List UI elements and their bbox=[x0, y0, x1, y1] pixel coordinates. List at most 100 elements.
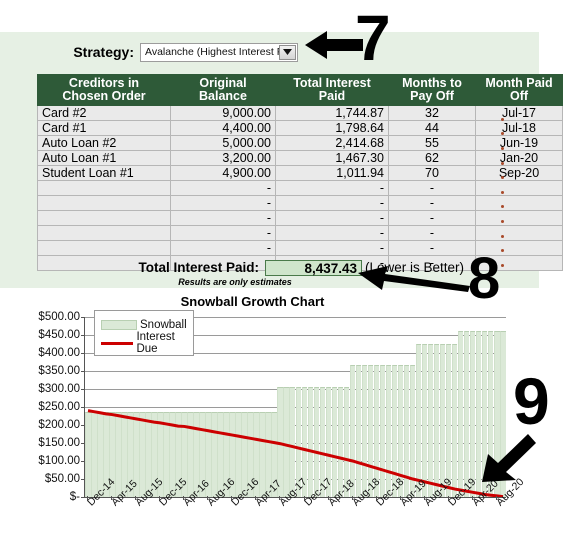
table-cell-int[interactable]: 1,744.87 bbox=[275, 105, 389, 121]
strategy-selected-value: Avalanche (Highest Interest Firs bbox=[145, 46, 279, 58]
table-cell-bal[interactable]: 5,000.00 bbox=[170, 135, 276, 151]
chart-y-tick-label: $400.00 bbox=[38, 347, 80, 359]
annotation-arrow-9 bbox=[482, 434, 536, 482]
column-header-total-interest-paid: Total Interest Paid bbox=[275, 74, 389, 106]
table-cell-mon[interactable]: - bbox=[388, 210, 476, 226]
header-line-2: Balance bbox=[199, 89, 247, 103]
table-cell-off[interactable] bbox=[475, 225, 563, 241]
legend-label-snowball: Snowball bbox=[140, 319, 187, 331]
table-cell-name[interactable]: Card #1 bbox=[37, 120, 171, 136]
table-row[interactable]: Card #2 9,000.00 1,744.87 32 Jul-17 bbox=[37, 105, 563, 121]
chart-y-tick-label: $200.00 bbox=[38, 419, 80, 431]
validation-dot-icon bbox=[496, 112, 508, 127]
table-cell-int[interactable]: - bbox=[275, 180, 389, 196]
table-cell-int[interactable]: - bbox=[275, 225, 389, 241]
table-cell-name[interactable]: Student Loan #1 bbox=[37, 165, 171, 181]
table-cell-bal[interactable]: 3,200.00 bbox=[170, 150, 276, 166]
table-cell-name[interactable] bbox=[37, 210, 171, 226]
table-cell-off[interactable] bbox=[475, 180, 563, 196]
table-cell-mon[interactable]: - bbox=[388, 195, 476, 211]
table-cell-bal[interactable]: - bbox=[170, 180, 276, 196]
legend-item-interest-due: Interest Due bbox=[101, 331, 193, 355]
table-cell-int[interactable]: - bbox=[275, 240, 389, 256]
table-cell-off[interactable]: Sep-20 bbox=[475, 165, 563, 181]
table-row[interactable]: Card #1 4,400.00 1,798.64 44 Jul-18 bbox=[37, 120, 563, 136]
table-cell-bal[interactable]: 9,000.00 bbox=[170, 105, 276, 121]
table-header-row: Creditors in Chosen Order Original Balan… bbox=[37, 74, 563, 106]
chart-y-tick-label: $300.00 bbox=[38, 383, 80, 395]
table-cell-int[interactable]: - bbox=[275, 195, 389, 211]
table-row[interactable]: Auto Loan #1 3,200.00 1,467.30 62 Jan-20 bbox=[37, 150, 563, 166]
chart-legend: Snowball Interest Due bbox=[94, 310, 194, 356]
legend-swatch-line-icon bbox=[101, 341, 134, 345]
table-row[interactable]: Student Loan #1 4,900.00 1,011.94 70 Sep-20 bbox=[37, 165, 563, 181]
strategy-label: Strategy: bbox=[73, 44, 134, 60]
table-cell-mon[interactable]: 44 bbox=[388, 120, 476, 136]
table-cell-int[interactable]: 1,798.64 bbox=[275, 120, 389, 136]
table-cell-int[interactable]: 2,414.68 bbox=[275, 135, 389, 151]
chart-y-tick-label: $50.00 bbox=[44, 473, 80, 485]
table-cell-off[interactable]: Jul-17 bbox=[475, 105, 563, 121]
validation-dot-icon bbox=[496, 214, 508, 229]
table-cell-name[interactable] bbox=[37, 195, 171, 211]
chart-y-tick-label: $150.00 bbox=[38, 437, 80, 449]
validation-dot-icon bbox=[496, 185, 508, 200]
annotation-8: 8 bbox=[468, 246, 501, 311]
table-cell-bal[interactable]: - bbox=[170, 225, 276, 241]
table-cell-name[interactable]: Card #2 bbox=[37, 105, 171, 121]
table-cell-bal[interactable]: - bbox=[170, 240, 276, 256]
table-cell-mon[interactable]: 70 bbox=[388, 165, 476, 181]
strategy-dropdown[interactable]: Avalanche (Highest Interest Firs bbox=[140, 42, 298, 62]
table-cell-off[interactable] bbox=[475, 195, 563, 211]
table-cell-mon[interactable]: 62 bbox=[388, 150, 476, 166]
table-cell-mon[interactable]: 32 bbox=[388, 105, 476, 121]
header-line-2: Chosen Order bbox=[62, 89, 146, 103]
total-interest-paid-label: Total Interest Paid: bbox=[138, 260, 259, 275]
table-cell-name[interactable]: Auto Loan #2 bbox=[37, 135, 171, 151]
validation-dot-icon bbox=[496, 156, 508, 171]
table-cell-off[interactable]: Jan-20 bbox=[475, 150, 563, 166]
table-cell-off[interactable]: Jun-19 bbox=[475, 135, 563, 151]
table-row[interactable]: --- bbox=[37, 225, 563, 241]
table-cell-mon[interactable]: - bbox=[388, 225, 476, 241]
legend-swatch-area-icon bbox=[101, 320, 137, 330]
table-row[interactable]: --- bbox=[37, 210, 563, 226]
annotation-arrow-7 bbox=[305, 31, 363, 59]
chevron-down-icon[interactable] bbox=[279, 44, 296, 60]
table-cell-bal[interactable]: - bbox=[170, 195, 276, 211]
header-line-2: Off bbox=[509, 89, 529, 103]
column-header-original-balance: Original Balance bbox=[170, 74, 276, 106]
chart-y-tick-mark bbox=[81, 497, 85, 498]
table-cell-name[interactable]: Auto Loan #1 bbox=[37, 150, 171, 166]
table-cell-off[interactable]: Jul-18 bbox=[475, 120, 563, 136]
debt-payoff-table: Creditors in Chosen Order Original Balan… bbox=[37, 74, 563, 271]
table-row[interactable]: Auto Loan #2 5,000.00 2,414.68 55 Jun-19 bbox=[37, 135, 563, 151]
header-line-2: Pay Off bbox=[410, 89, 454, 103]
table-cell-name[interactable] bbox=[37, 180, 171, 196]
column-header-month-paid-off: Month Paid Off bbox=[475, 74, 563, 106]
total-interest-paid-value: 8,437.43 bbox=[265, 259, 362, 276]
table-cell-bal[interactable]: 4,900.00 bbox=[170, 165, 276, 181]
table-cell-name[interactable] bbox=[37, 240, 171, 256]
header-line-2: Paid bbox=[318, 89, 346, 103]
table-cell-mon[interactable]: - bbox=[388, 240, 476, 256]
table-cell-int[interactable]: - bbox=[275, 210, 389, 226]
table-cell-mon[interactable]: 55 bbox=[388, 135, 476, 151]
table-cell-name[interactable] bbox=[37, 225, 171, 241]
table-cell-mon[interactable]: - bbox=[388, 180, 476, 196]
chart-y-tick-label: $100.00 bbox=[38, 455, 80, 467]
annotation-9: 9 bbox=[513, 364, 550, 438]
table-cell-bal[interactable]: - bbox=[170, 210, 276, 226]
validation-dot-icon bbox=[496, 200, 508, 215]
column-header-months-to-pay-off: Months to Pay Off bbox=[388, 74, 476, 106]
table-row[interactable]: --- bbox=[37, 195, 563, 211]
chart-title: Snowball Growth Chart bbox=[180, 294, 325, 309]
table-cell-int[interactable]: 1,011.94 bbox=[275, 165, 389, 181]
table-cell-off[interactable] bbox=[475, 210, 563, 226]
column-header-creditors: Creditors in Chosen Order bbox=[37, 74, 171, 106]
table-row[interactable]: --- bbox=[37, 180, 563, 196]
legend-label-interest-due: Interest Due bbox=[136, 331, 175, 355]
table-cell-int[interactable]: 1,467.30 bbox=[275, 150, 389, 166]
validation-dot-icon bbox=[496, 127, 508, 142]
table-cell-bal[interactable]: 4,400.00 bbox=[170, 120, 276, 136]
